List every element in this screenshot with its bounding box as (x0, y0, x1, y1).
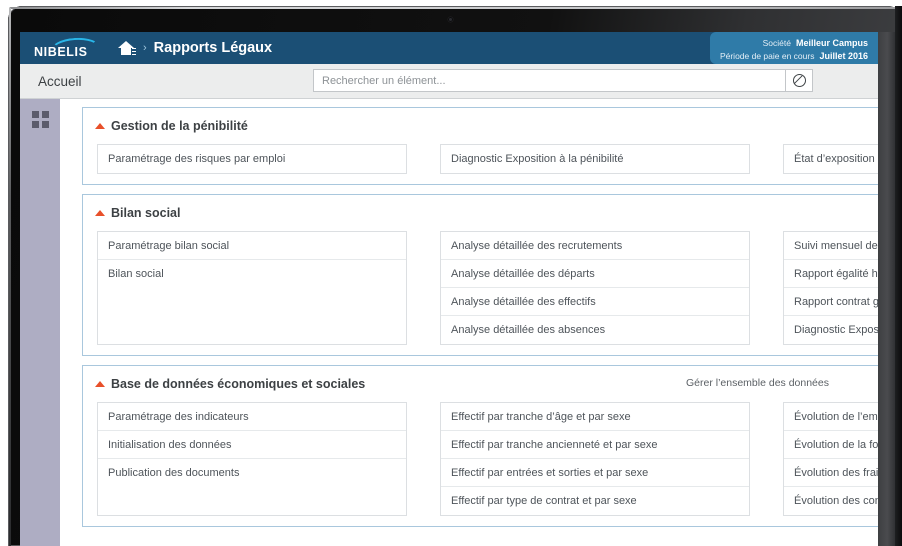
search-container (313, 69, 813, 92)
report-column: Paramétrage des risques par emploi (97, 144, 407, 174)
search-input[interactable] (313, 69, 786, 92)
report-item[interactable]: Analyse détaillée des absences (441, 316, 749, 344)
report-item[interactable]: État d’exposition aux facteurs (784, 145, 878, 173)
grid-apps-icon[interactable] (32, 111, 49, 128)
section-header: Gestion de la pénibilité (83, 116, 878, 136)
breadcrumb-search-bar: Accueil (20, 64, 878, 99)
sections-container: Gestion de la pénibilité Paramétrage des … (60, 99, 878, 546)
report-item[interactable]: Évolution de la formation (784, 431, 878, 459)
report-item[interactable]: Initialisation des données (98, 431, 406, 459)
report-column: Diagnostic Exposition à la pénibilité (440, 144, 750, 174)
company-row: Société Meilleur Campus (718, 36, 868, 49)
chevron-up-icon[interactable] (95, 381, 105, 387)
report-item[interactable]: Effectif par tranche ancienneté et par s… (441, 431, 749, 459)
section-panel-base-donnees: Base de données économiques et sociales G… (82, 365, 878, 527)
top-navigation-bar: NIBELIS › Rapports Légaux Société Meilleu… (20, 32, 878, 64)
camera-dot-icon (448, 17, 453, 22)
left-rail (20, 99, 60, 546)
main-body: Gestion de la pénibilité Paramétrage des … (20, 99, 878, 546)
company-label: Société (762, 38, 791, 48)
report-column: Effectif par tranche d’âge et par sexe Ef… (440, 402, 750, 516)
report-column: Évolution de l’emploi des salariésÉvolut… (783, 402, 878, 516)
breadcrumb-separator-icon: › (143, 42, 147, 54)
report-item[interactable]: Effectif par type de contrat et par sexe (441, 487, 749, 515)
section-panel-bilan-social: Bilan social Paramétrage bilan social Bila… (82, 194, 878, 356)
report-item[interactable]: Rapport égalité hommes femmes (784, 260, 878, 288)
report-item[interactable]: Paramétrage des risques par emploi (98, 145, 406, 173)
device-screen: NIBELIS › Rapports Légaux Société Meilleu… (20, 32, 878, 546)
section-title: Gestion de la pénibilité (111, 119, 248, 133)
report-column: État d’exposition aux facteurs (783, 144, 878, 174)
report-item[interactable]: Analyse détaillée des départs (441, 260, 749, 288)
bezel-left-highlight (9, 8, 11, 546)
no-entry-icon (792, 74, 806, 87)
report-item[interactable]: Diagnostic Exposition à la pénibilité (784, 316, 878, 344)
report-item[interactable]: Évolution de l’emploi des salariés (784, 403, 878, 431)
report-item[interactable]: Évolution des conditions de travail (784, 487, 878, 515)
period-label: Période de paie en cours (719, 51, 815, 61)
nibelis-logo[interactable]: NIBELIS (34, 36, 108, 59)
report-item[interactable]: Rapport contrat générationnel (784, 288, 878, 316)
bezel-top-highlight (9, 7, 899, 9)
section-manage-link[interactable]: Gérer l’ensemble des données (686, 377, 829, 389)
report-column: Paramétrage bilan social Bilan social (97, 231, 407, 345)
screen-right-bezel (878, 32, 895, 546)
report-item[interactable]: Bilan social (98, 260, 406, 288)
company-value: Meilleur Campus (795, 38, 868, 48)
section-header: Base de données économiques et sociales G… (83, 374, 878, 394)
report-column: Suivi mensuel des effectifsRapport égali… (783, 231, 878, 345)
section-title: Bilan social (111, 206, 181, 220)
report-item[interactable]: Publication des documents (98, 459, 406, 487)
device-right-edge (895, 6, 902, 546)
report-item[interactable]: Paramétrage des indicateurs (98, 403, 406, 431)
period-value: Juillet 2016 (819, 51, 868, 61)
report-item[interactable]: Analyse détaillée des effectifs (441, 288, 749, 316)
period-row: Période de paie en cours Juillet 2016 (718, 49, 868, 62)
logo-arc-icon (49, 36, 101, 54)
report-item[interactable]: Paramétrage bilan social (98, 232, 406, 260)
section-panel-gestion-penibilite: Gestion de la pénibilité Paramétrage des … (82, 107, 878, 185)
device-frame: NIBELIS › Rapports Légaux Société Meilleu… (0, 0, 902, 546)
home-body-shape (121, 46, 131, 55)
section-title: Base de données économiques et sociales (111, 377, 366, 391)
report-item[interactable]: Suivi mensuel des effectifs (784, 232, 878, 260)
company-period-panel[interactable]: Société Meilleur Campus Période de paie e… (710, 32, 878, 64)
chevron-up-icon[interactable] (95, 123, 105, 129)
home-icon[interactable] (118, 40, 138, 57)
section-columns: Paramétrage bilan social Bilan social Anal… (83, 223, 878, 345)
report-item[interactable]: Effectif par tranche d’âge et par sexe (441, 403, 749, 431)
section-columns: Paramétrage des indicateurs Initialisatio… (83, 394, 878, 516)
search-clear-button[interactable] (786, 69, 813, 92)
application-window: NIBELIS › Rapports Légaux Société Meilleu… (20, 32, 878, 546)
page-title: Rapports Légaux (153, 40, 273, 56)
section-columns: Paramétrage des risques par emploi Diagno… (83, 136, 878, 174)
report-item[interactable]: Diagnostic Exposition à la pénibilité (441, 145, 749, 173)
home-lines-shape (132, 47, 136, 57)
report-item[interactable]: Analyse détaillée des recrutements (441, 232, 749, 260)
report-column: Paramétrage des indicateurs Initialisatio… (97, 402, 407, 516)
report-item[interactable]: Évolution des frais de personnel (784, 459, 878, 487)
chevron-up-icon[interactable] (95, 210, 105, 216)
report-item[interactable]: Effectif par entrées et sorties et par s… (441, 459, 749, 487)
breadcrumb-home[interactable]: Accueil (38, 74, 82, 89)
report-column: Analyse détaillée des recrutements Analys… (440, 231, 750, 345)
section-header: Bilan social (83, 203, 878, 223)
